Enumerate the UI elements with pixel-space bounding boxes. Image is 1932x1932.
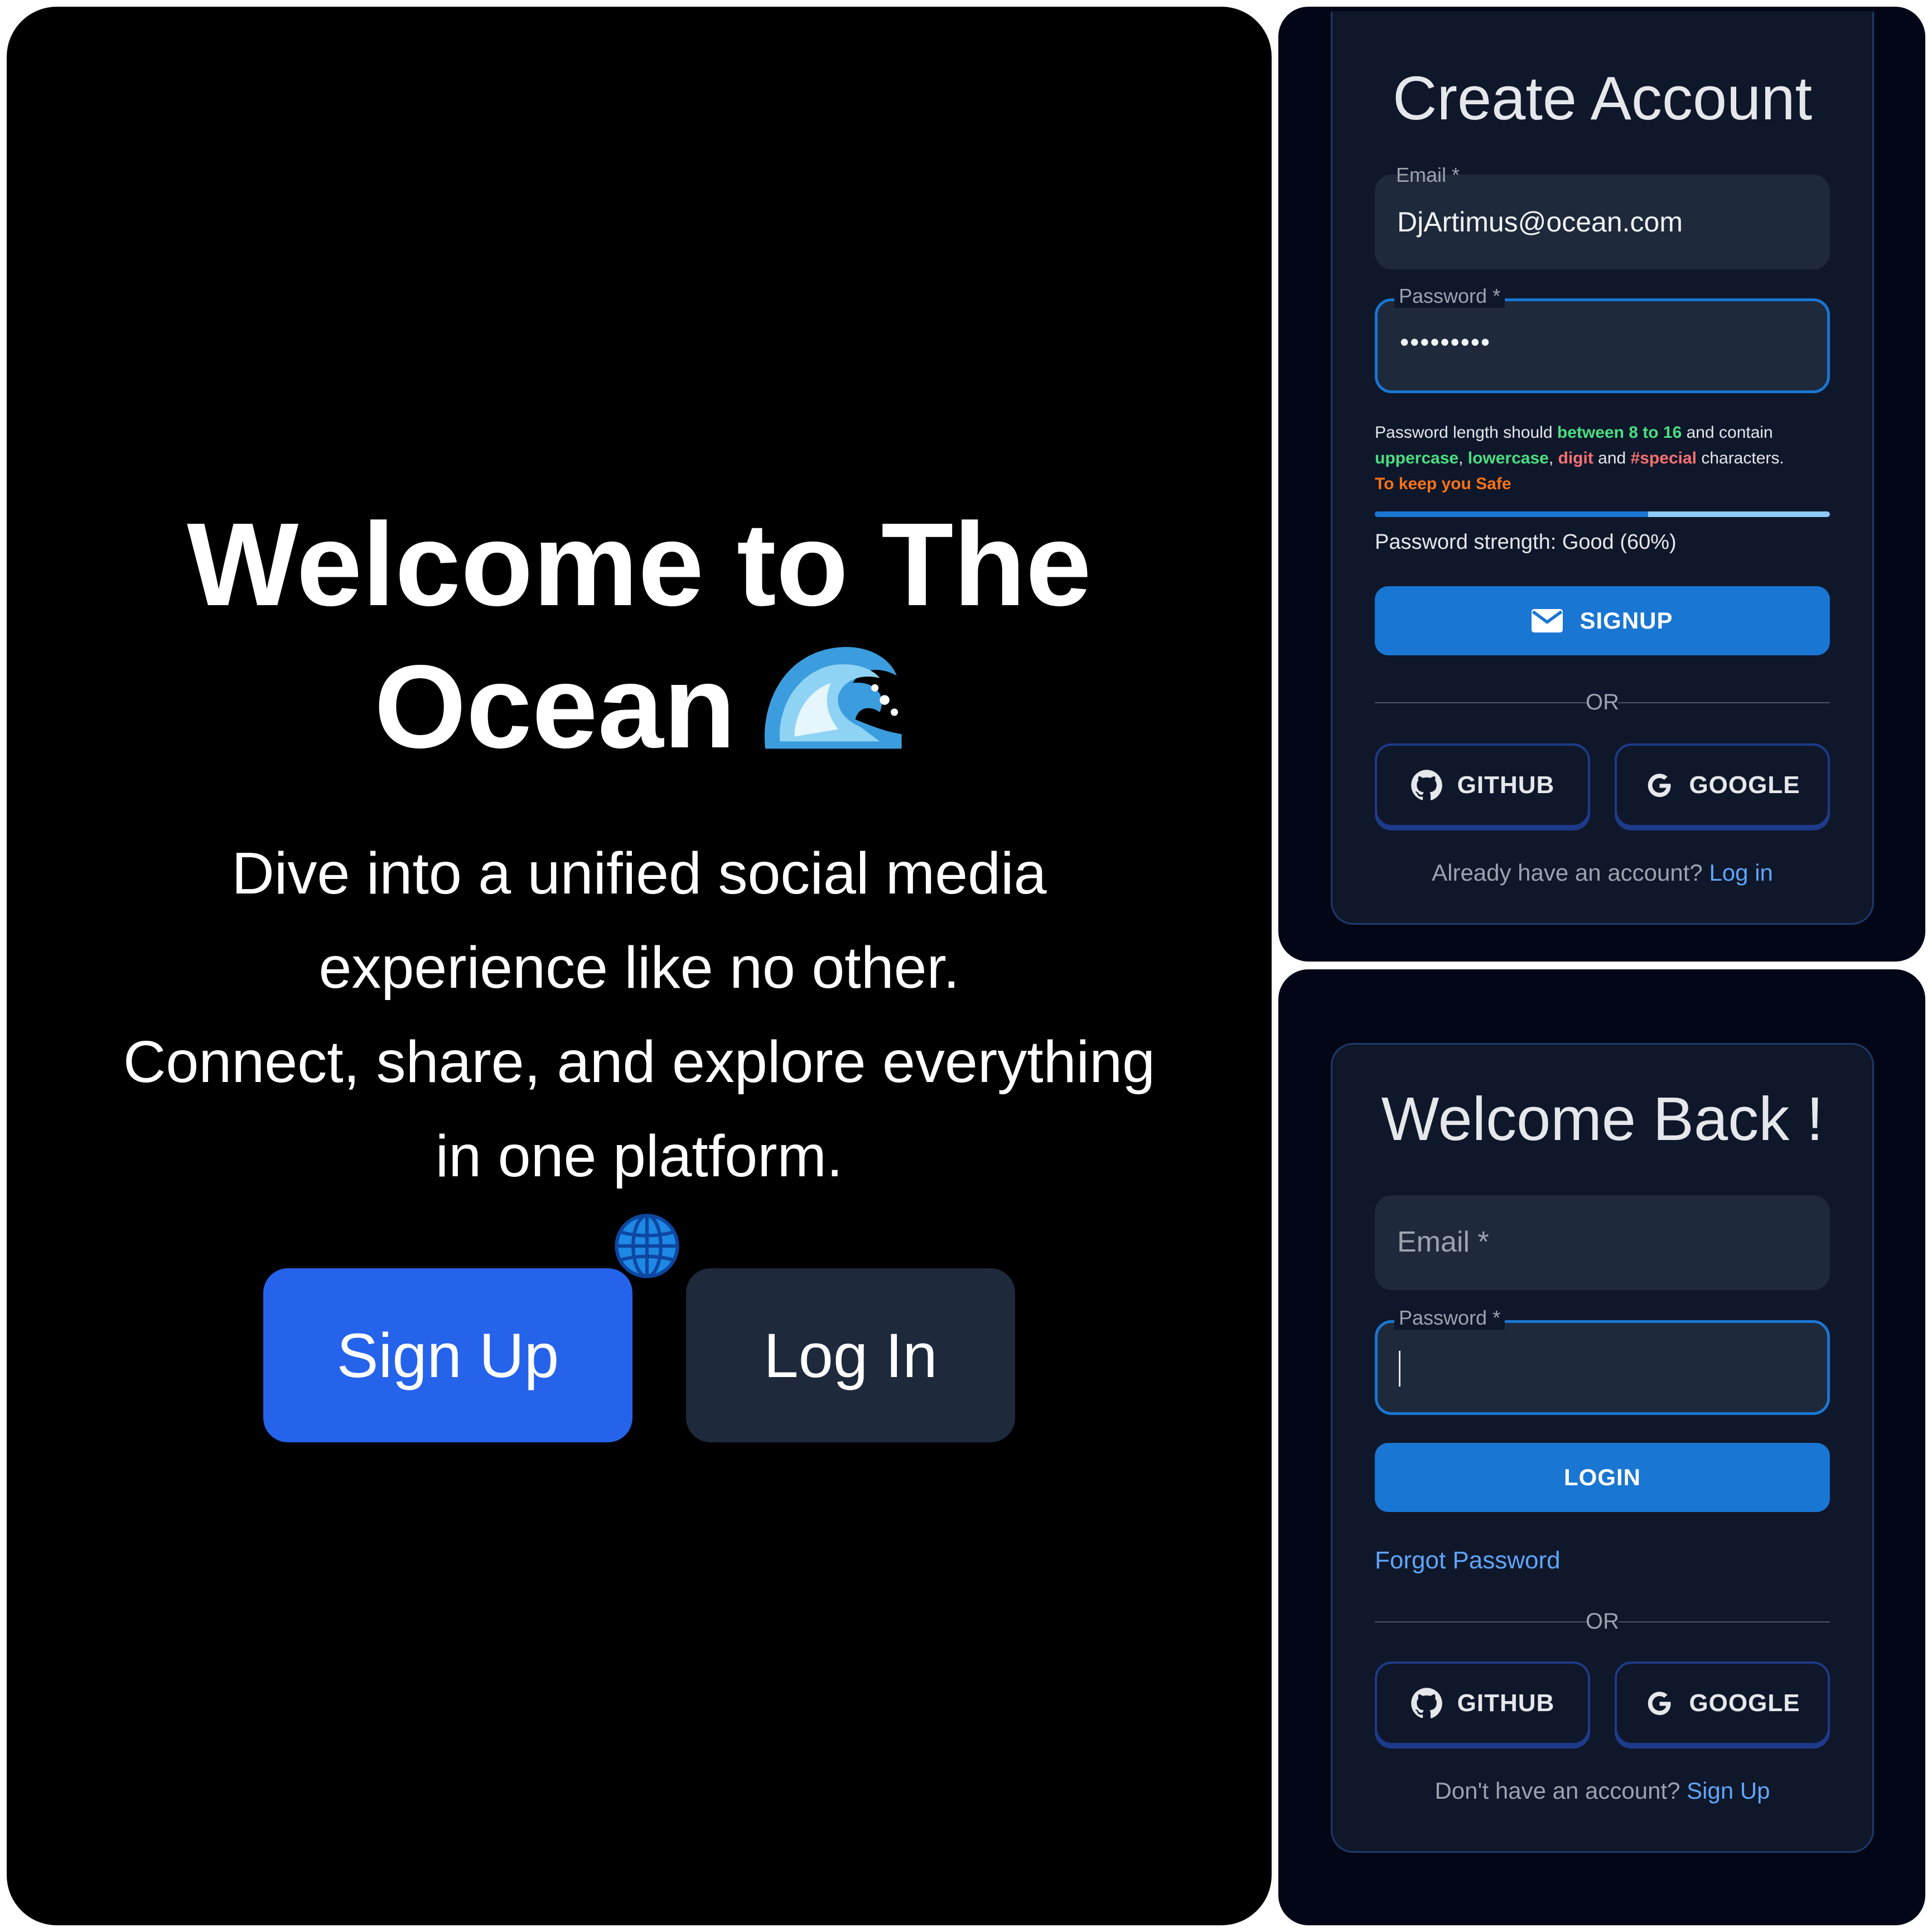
google-icon xyxy=(1648,1692,1671,1716)
landing-subtitle: Dive into a unified social media experie… xyxy=(7,827,1272,1298)
landing-title-line2: Ocean xyxy=(7,631,1272,774)
google-icon xyxy=(1648,774,1671,798)
subtitle-line: experience like no other. xyxy=(318,935,960,1001)
text-caret xyxy=(1399,1351,1400,1387)
github-icon xyxy=(1411,1688,1442,1718)
hint-safe: To keep you Safe xyxy=(1375,475,1511,493)
hint-text: Password length should xyxy=(1375,423,1557,442)
login-footer: Don't have an account? Sign Up xyxy=(1332,1778,1872,1804)
subtitle-line-last: in one platform. xyxy=(7,1109,1272,1298)
signup-footer: Already have an account? Log in xyxy=(1332,859,1872,886)
github-icon xyxy=(1411,770,1442,800)
github-label: GITHUB xyxy=(1457,771,1555,799)
password-value: ••••••••• xyxy=(1400,327,1491,356)
mail-icon xyxy=(1532,609,1563,632)
hint-text: , xyxy=(1548,449,1558,467)
login-panel: Welcome Back ! Email * Password * LOGIN … xyxy=(1278,969,1925,1925)
footer-text: Don't have an account? xyxy=(1434,1778,1687,1804)
subtitle-line: in one platform. xyxy=(435,1123,843,1189)
email-value: DjArtimus@ocean.com xyxy=(1397,206,1683,238)
login-link[interactable]: Log in xyxy=(1709,859,1772,886)
email-placeholder: Email * xyxy=(1397,1226,1489,1258)
subtitle-line: Connect, share, and explore everything xyxy=(123,1029,1156,1095)
subtitle-line: Dive into a unified social media xyxy=(231,841,1047,906)
password-strength-fill xyxy=(1375,511,1648,517)
password-strength-text: Password strength: Good (60%) xyxy=(1375,530,1677,554)
signup-submit-label: SIGNUP xyxy=(1580,607,1673,634)
hero-login-button[interactable]: Log In xyxy=(686,1268,1015,1442)
footer-text: Already have an account? xyxy=(1432,859,1709,886)
github-label: GITHUB xyxy=(1457,1689,1555,1717)
login-submit-label: LOGIN xyxy=(1564,1464,1641,1490)
or-divider: OR xyxy=(1375,689,1830,717)
or-divider: OR xyxy=(1375,1608,1830,1636)
login-title: Welcome Back ! xyxy=(1381,1085,1824,1153)
password-label: Password * xyxy=(1394,1306,1505,1330)
signup-github-button[interactable]: GITHUB xyxy=(1375,743,1590,827)
landing-title-word: Ocean xyxy=(374,640,736,772)
hint-uppercase: uppercase xyxy=(1375,449,1459,467)
signup-link[interactable]: Sign Up xyxy=(1687,1778,1770,1804)
wave-icon xyxy=(764,646,902,749)
email-label: Email * xyxy=(1396,163,1460,186)
hint-special: #special xyxy=(1630,449,1697,467)
password-strength-bar xyxy=(1375,511,1830,517)
login-password-field[interactable]: Password * xyxy=(1375,1306,1830,1415)
google-label: GOOGLE xyxy=(1689,1689,1800,1717)
hint-text: and xyxy=(1593,449,1631,467)
password-label: Password * xyxy=(1394,284,1505,308)
signup-panel: Create Account Email * DjArtimus@ocean.c… xyxy=(1278,7,1925,962)
login-email-field[interactable]: Email * xyxy=(1375,1195,1830,1290)
landing-title-line1: Welcome to The xyxy=(187,498,1091,630)
hint-lowercase: lowercase xyxy=(1467,449,1549,467)
google-label: GOOGLE xyxy=(1689,771,1800,799)
hint-text: , xyxy=(1458,449,1468,467)
signup-google-button[interactable]: GOOGLE xyxy=(1615,743,1830,827)
login-github-button[interactable]: GITHUB xyxy=(1375,1661,1590,1745)
hint-digit: digit xyxy=(1558,449,1593,467)
landing-panel: Welcome to The Ocean Dive into a unified… xyxy=(7,7,1272,1925)
signup-title: Create Account xyxy=(1392,64,1813,133)
divider-line xyxy=(1618,702,1830,703)
signup-password-field[interactable]: Password * ••••••••• xyxy=(1375,284,1830,393)
signup-submit-button[interactable]: SIGNUP xyxy=(1375,586,1830,655)
hero-signup-button[interactable]: Sign Up xyxy=(263,1268,632,1442)
hint-text: characters. xyxy=(1696,449,1784,467)
hint-length: between 8 to 16 xyxy=(1557,423,1682,442)
login-submit-button[interactable]: LOGIN xyxy=(1375,1443,1830,1512)
landing-title: Welcome to The Ocean xyxy=(7,498,1272,774)
signup-email-field[interactable]: Email * DjArtimus@ocean.com xyxy=(1375,163,1830,269)
login-card: Welcome Back ! Email * Password * LOGIN … xyxy=(1331,1043,1874,1853)
forgot-password-link[interactable]: Forgot Password xyxy=(1375,1547,1561,1574)
login-google-button[interactable]: GOOGLE xyxy=(1615,1661,1830,1745)
password-requirements: Password length should between 8 to 16 a… xyxy=(1375,420,1838,497)
globe-icon xyxy=(615,1214,679,1278)
hint-text: and contain xyxy=(1682,423,1773,442)
signup-card: Create Account Email * DjArtimus@ocean.c… xyxy=(1331,11,1874,925)
divider-line xyxy=(1618,1621,1830,1622)
